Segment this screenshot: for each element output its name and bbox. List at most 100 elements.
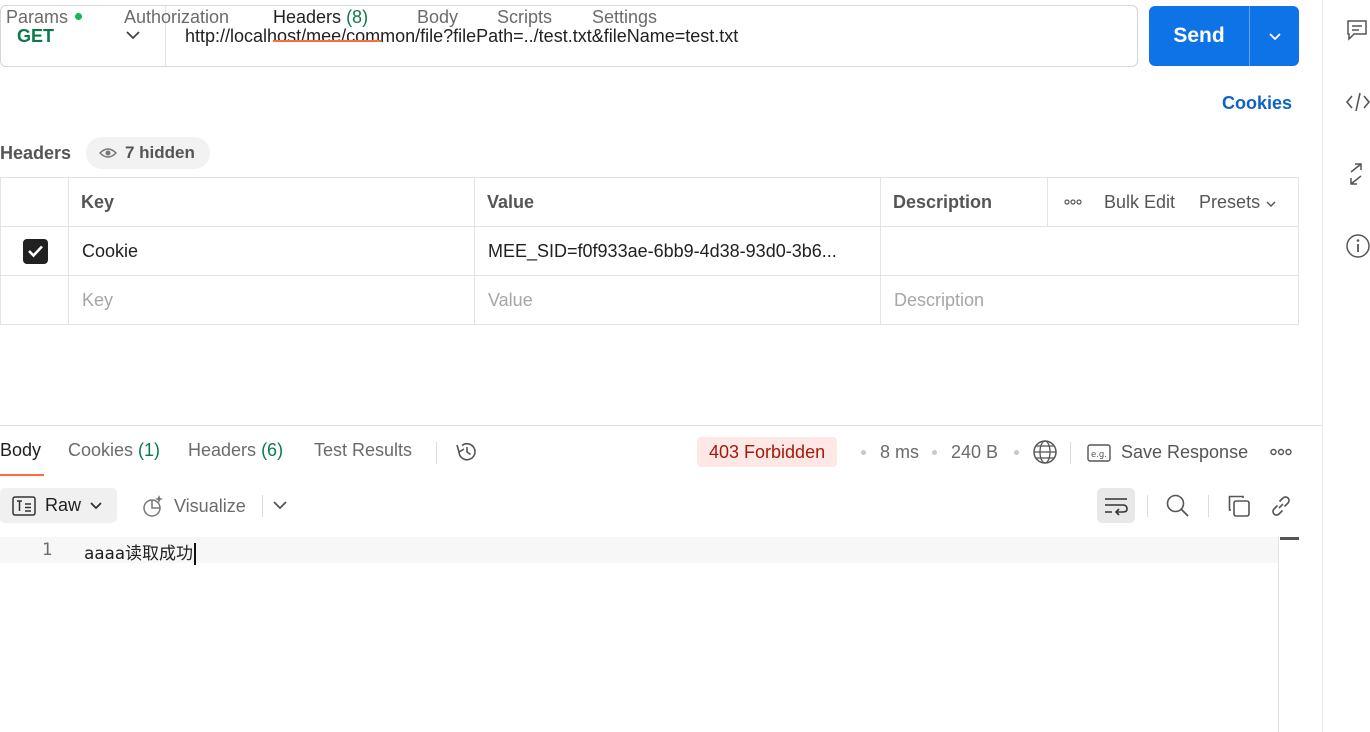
text-caret (193, 543, 196, 565)
params-indicator-dot (75, 12, 83, 20)
chevron-down-icon[interactable] (272, 500, 288, 510)
eg-icon: e.g. (1087, 443, 1111, 462)
table-tools-header: Bulk Edit Presets (1047, 177, 1299, 227)
meta-separator-dot (932, 450, 937, 455)
key-column-header: Key (68, 177, 475, 227)
response-tab-test-results-label: Test Results (314, 440, 413, 460)
format-select[interactable]: Raw (0, 488, 117, 523)
toolbar-separator (262, 495, 263, 517)
visualize-button[interactable]: Visualize (141, 494, 246, 518)
svg-text:e.g.: e.g. (1091, 450, 1107, 460)
status-badge[interactable]: 403 Forbidden (697, 437, 838, 467)
code-icon[interactable] (1345, 91, 1370, 113)
presets-label: Presets (1199, 191, 1261, 212)
tab-authorization[interactable]: Authorization (124, 0, 229, 42)
tab-body-label: Body (417, 7, 459, 27)
visualize-label: Visualize (174, 495, 246, 516)
chevron-down-icon (1268, 32, 1282, 41)
tab-scripts-label: Scripts (497, 7, 553, 27)
header-value-cell[interactable]: MEE_SID=f0f933ae-6bb9-4d38-93d0-3b6... (474, 226, 881, 276)
tab-settings-label: Settings (592, 7, 658, 27)
header-description-cell[interactable] (880, 226, 1299, 276)
scrollbar-thumb[interactable] (1280, 537, 1299, 540)
row-checkbox-cell (0, 226, 69, 276)
pane-divider[interactable] (0, 425, 1322, 426)
tab-authorization-label: Authorization (124, 7, 230, 27)
toolbar-separator (1147, 495, 1148, 517)
info-icon[interactable] (1345, 233, 1370, 259)
format-icon (12, 495, 36, 516)
table-row-empty: Key Value Description (0, 275, 1299, 325)
send-button[interactable]: Send (1149, 6, 1250, 66)
hidden-headers-label: 7 hidden (125, 143, 195, 162)
tab-headers-label: Headers (273, 7, 342, 27)
active-tab-underline (273, 40, 381, 42)
headers-section-title: Headers (0, 143, 72, 163)
expand-icon[interactable] (1345, 162, 1367, 186)
copy-icon[interactable] (1227, 494, 1251, 518)
tab-headers[interactable]: Headers (8) (273, 0, 381, 42)
comment-icon[interactable] (1345, 18, 1369, 42)
active-tab-underline (0, 474, 44, 476)
chevron-down-icon (1265, 200, 1277, 208)
wrap-lines-icon (1103, 496, 1129, 516)
meta-separator-dot (861, 450, 866, 455)
header-key-cell[interactable]: Cookie (68, 226, 475, 276)
tab-settings[interactable]: Settings (592, 0, 657, 42)
cookies-link[interactable]: Cookies (1222, 93, 1292, 114)
wrap-lines-button[interactable] (1097, 488, 1135, 523)
history-icon[interactable] (454, 440, 479, 464)
scrollbar-track[interactable] (1278, 537, 1299, 732)
globe-icon[interactable] (1032, 439, 1058, 465)
new-value-input[interactable]: Value (474, 275, 881, 325)
response-body-editor[interactable]: aaaa读取成功 (84, 539, 196, 565)
checkbox-column-header (0, 177, 69, 227)
headers-table: Key Value Description Bulk Edit Presets (0, 177, 1299, 325)
send-options-button[interactable] (1250, 6, 1299, 66)
value-column-header: Value (474, 177, 881, 227)
save-response-button[interactable]: e.g. Save Response (1087, 442, 1248, 463)
search-icon[interactable] (1165, 493, 1190, 518)
header-enabled-checkbox[interactable] (23, 238, 48, 264)
response-tab-headers-label: Headers (188, 440, 257, 460)
hidden-headers-toggle[interactable]: 7 hidden (86, 137, 210, 169)
ellipsis-icon[interactable] (1270, 448, 1292, 456)
new-key-input[interactable]: Key (68, 275, 475, 325)
tab-body[interactable]: Body (417, 0, 458, 42)
send-button-group: Send (1149, 6, 1299, 66)
response-size[interactable]: 240 B (951, 442, 998, 463)
response-tab-body-label: Body (0, 440, 42, 460)
response-tab-headers[interactable]: Headers (6) (188, 440, 283, 476)
tab-scripts[interactable]: Scripts (497, 0, 552, 42)
response-tab-cookies[interactable]: Cookies (1) (68, 440, 160, 476)
response-tab-test-results[interactable]: Test Results (314, 440, 412, 476)
tab-headers-count: (8) (346, 7, 369, 27)
response-tab-headers-count: (6) (261, 440, 284, 460)
meta-separator (1070, 442, 1071, 464)
eye-icon (99, 147, 125, 159)
response-time[interactable]: 8 ms (880, 442, 919, 463)
format-label: Raw (45, 495, 82, 515)
save-response-label: Save Response (1121, 442, 1249, 462)
table-header-row: Key Value Description Bulk Edit Presets (0, 177, 1299, 227)
presets-dropdown[interactable]: Presets (1199, 192, 1277, 213)
toolbar-separator (1208, 495, 1209, 517)
ellipsis-icon[interactable] (1064, 199, 1082, 205)
response-tab-cookies-label: Cookies (68, 440, 134, 460)
response-tab-body[interactable]: Body (0, 440, 44, 476)
tab-params-label: Params (6, 7, 69, 27)
right-sidebar-border (1322, 0, 1323, 732)
description-column-header: Description (880, 177, 1048, 227)
code-line-text: aaaa读取成功 (84, 544, 193, 564)
empty-checkbox-cell (0, 275, 69, 325)
tab-params[interactable]: Params (6, 0, 83, 42)
meta-separator-dot (1014, 450, 1019, 455)
response-tab-cookies-count: (1) (138, 440, 161, 460)
new-description-input[interactable]: Description (880, 275, 1299, 325)
chevron-down-icon (89, 501, 103, 510)
magic-wand-icon (141, 494, 166, 518)
tab-separator (436, 442, 437, 464)
table-row: Cookie MEE_SID=f0f933ae-6bb9-4d38-93d0-3… (0, 226, 1299, 276)
link-icon[interactable] (1269, 494, 1293, 518)
bulk-edit-button[interactable]: Bulk Edit (1104, 192, 1175, 213)
